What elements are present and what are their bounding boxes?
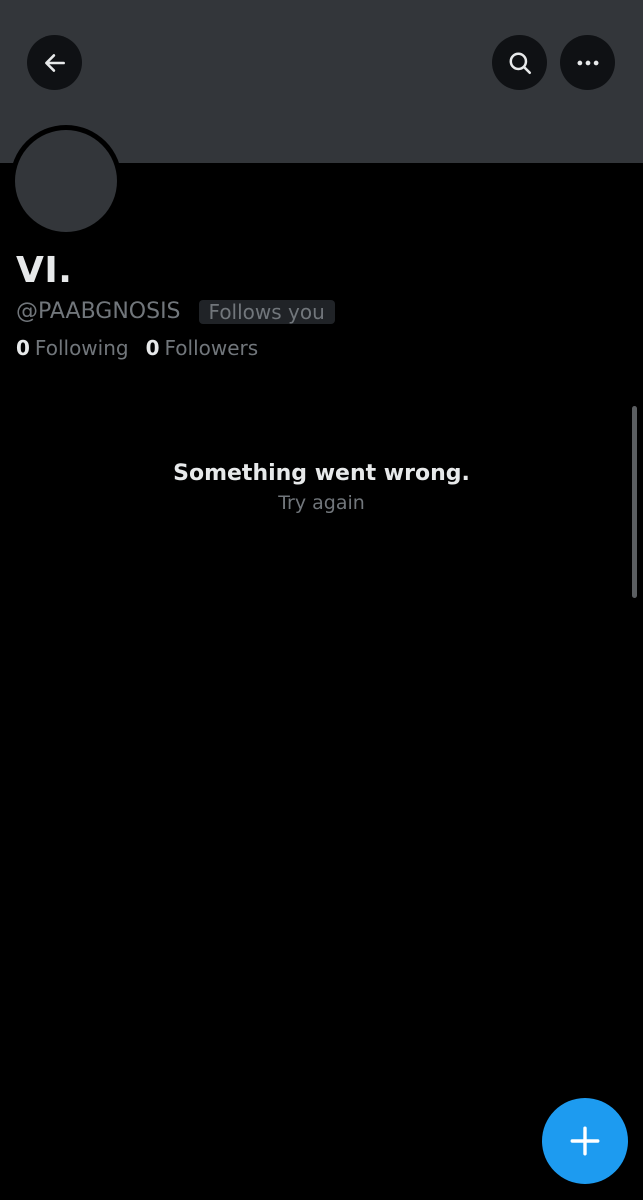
username-handle: @PAABGNOSIS (16, 299, 181, 324)
handle-row: @PAABGNOSIS Follows you (16, 298, 335, 326)
error-message: Something went wrong. Try again (0, 458, 643, 516)
search-icon (509, 52, 531, 74)
search-button[interactable] (492, 35, 547, 90)
plus-icon (570, 1126, 600, 1156)
avatar-image (15, 130, 117, 232)
arrow-left-icon (44, 53, 65, 72)
more-options-button[interactable] (560, 35, 615, 90)
following-count: 0 (16, 336, 30, 360)
follow-stats: 0 Following 0 Followers (16, 334, 258, 362)
following-link[interactable]: 0 Following (16, 334, 129, 362)
follows-you-badge: Follows you (198, 300, 335, 324)
scrollbar[interactable] (632, 406, 637, 598)
display-name: VI. (16, 250, 73, 291)
try-again-link[interactable]: Try again (278, 490, 365, 516)
back-button[interactable] (27, 35, 82, 90)
followers-count: 0 (145, 336, 160, 360)
compose-button[interactable] (542, 1098, 628, 1184)
following-label: Following (34, 336, 129, 360)
error-title: Something went wrong. (173, 461, 470, 486)
followers-label: Followers (164, 336, 259, 360)
followers-link[interactable]: 0 Followers (146, 334, 259, 362)
avatar[interactable] (10, 125, 122, 237)
more-horizontal-icon (576, 60, 599, 65)
